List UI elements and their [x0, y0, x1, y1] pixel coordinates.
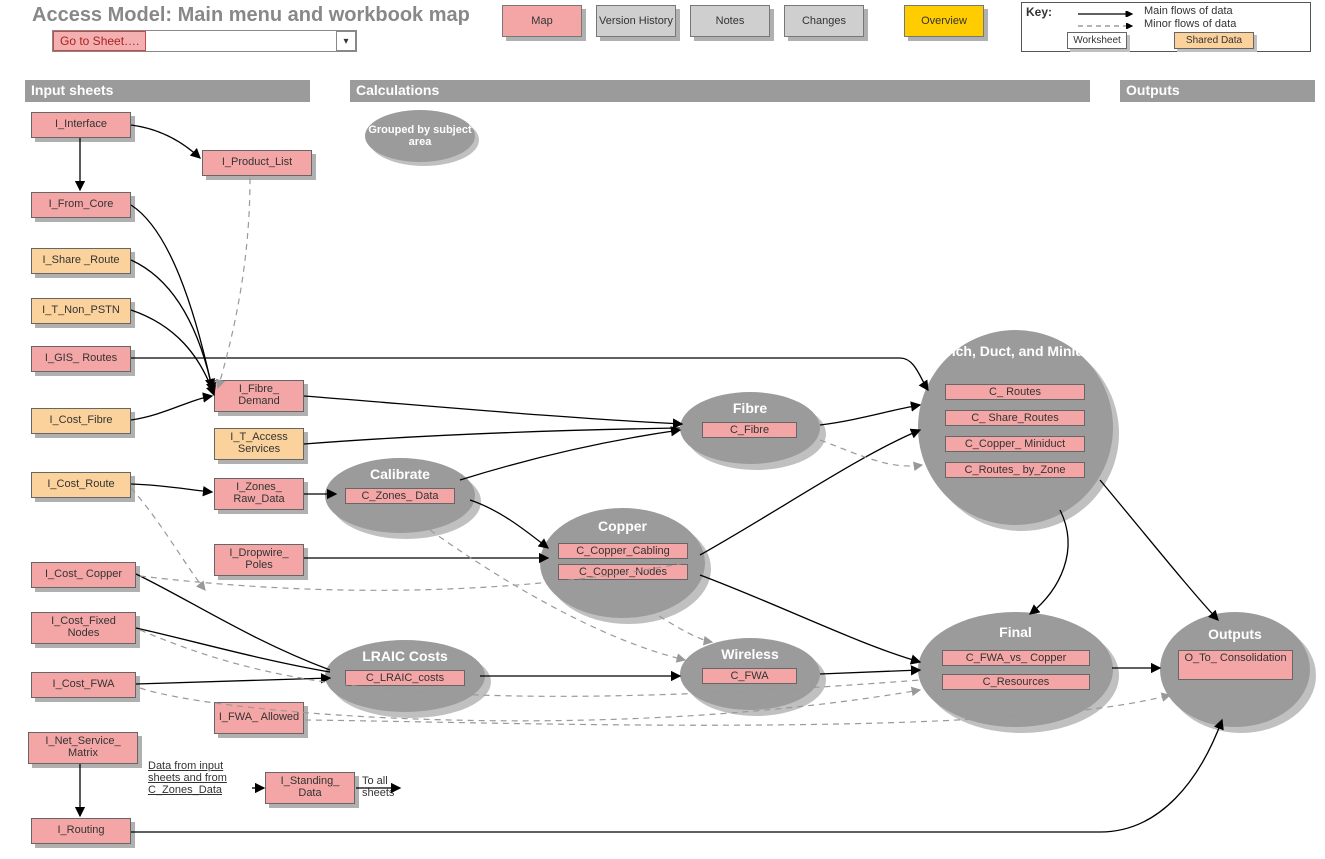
- key-label: Key:: [1026, 5, 1052, 19]
- goto-sheet-button[interactable]: Go to Sheet….: [53, 31, 146, 51]
- overview-button[interactable]: Overview: [904, 5, 984, 37]
- group-final-title: Final: [918, 624, 1113, 640]
- item-c-resources[interactable]: C_Resources: [942, 674, 1090, 690]
- group-fibre-title: Fibre: [680, 400, 820, 416]
- box-i-dropwire-poles[interactable]: I_Dropwire_ Poles: [214, 544, 304, 576]
- group-calibrate-title: Calibrate: [325, 466, 475, 482]
- box-i-fwa-allowed[interactable]: I_FWA_ Allowed: [214, 702, 304, 734]
- item-c-fibre[interactable]: C_Fibre: [702, 422, 797, 438]
- box-i-t-non-pstn[interactable]: I_T_Non_PSTN: [31, 298, 131, 324]
- box-i-share-route[interactable]: I_Share _Route: [31, 248, 131, 274]
- annot-from-inputs: Data from input sheets and from C_Zones_…: [148, 760, 258, 796]
- box-i-routing[interactable]: I_Routing: [31, 818, 131, 844]
- item-c-lraic-costs[interactable]: C_LRAIC_costs: [345, 670, 465, 686]
- item-c-routes-by-zone[interactable]: C_Routes_ by_Zone: [945, 462, 1085, 478]
- changes-button[interactable]: Changes: [784, 5, 864, 37]
- item-o-to-consolidation[interactable]: O_To_ Consolidation: [1178, 650, 1293, 680]
- goto-sheet-selector[interactable]: Go to Sheet…. ▾: [52, 30, 357, 52]
- group-copper-title: Copper: [540, 518, 705, 534]
- item-c-copper-miniduct[interactable]: C_Copper_ Miniduct: [945, 436, 1085, 452]
- box-i-product-list[interactable]: I_Product_List: [202, 150, 312, 176]
- notes-button[interactable]: Notes: [690, 5, 770, 37]
- box-i-cost-fibre[interactable]: I_Cost_Fibre: [31, 408, 131, 434]
- box-i-from-core[interactable]: I_From_Core: [31, 192, 131, 218]
- key-shared-data: Shared Data: [1174, 32, 1254, 49]
- item-c-routes[interactable]: C_ Routes: [945, 384, 1085, 400]
- group-outputs-title: Outputs: [1160, 626, 1310, 642]
- item-c-share-routes[interactable]: C_ Share_Routes: [945, 410, 1085, 426]
- item-c-copper-nodes[interactable]: C_Copper_Nodes: [558, 564, 688, 580]
- flow-lines: [0, 0, 1325, 859]
- item-c-fwa-vs-copper[interactable]: C_FWA_vs_ Copper: [942, 650, 1090, 666]
- page-title: Access Model: Main menu and workbook map: [32, 4, 470, 27]
- section-calcs: Calculations: [350, 80, 1090, 102]
- box-i-cost-copper[interactable]: I_Cost_ Copper: [31, 562, 136, 588]
- item-c-zones-data[interactable]: C_Zones_ Data: [345, 488, 455, 504]
- annot-to-all: To all sheets: [362, 775, 412, 799]
- box-i-interface[interactable]: I_Interface: [31, 112, 131, 138]
- key-worksheet: Worksheet: [1067, 32, 1127, 49]
- dropdown-arrow-icon[interactable]: ▾: [336, 31, 356, 51]
- box-i-cost-route[interactable]: I_Cost_Route: [31, 472, 131, 498]
- box-i-cost-fwa[interactable]: I_Cost_FWA: [31, 672, 136, 698]
- box-i-gis-routes[interactable]: I_GIS_ Routes: [31, 346, 131, 372]
- box-i-fibre-demand[interactable]: I_Fibre_ Demand: [214, 380, 304, 412]
- box-i-t-access-services[interactable]: I_T_Access Services: [214, 428, 304, 460]
- map-button[interactable]: Map: [502, 5, 582, 37]
- item-c-fwa[interactable]: C_FWA: [702, 668, 797, 684]
- item-c-copper-cabling[interactable]: C_Copper_Cabling: [558, 543, 688, 559]
- group-lraic-title: LRAIC Costs: [325, 648, 485, 664]
- box-i-net-service-matrix[interactable]: I_Net_Service_ Matrix: [28, 732, 138, 764]
- key-minor-flows: Minor flows of data: [1144, 18, 1236, 30]
- group-trench-title: Trench, Duct, and Miniduct: [918, 344, 1113, 359]
- grouped-by-subject: Grouped by subject area: [365, 110, 475, 162]
- key-main-flows: Main flows of data: [1144, 5, 1233, 17]
- box-i-zones-raw-data[interactable]: I_Zones_ Raw_Data: [214, 478, 304, 510]
- legend-key: Key: Main flows of data Minor flows of d…: [1021, 2, 1311, 52]
- version-history-button[interactable]: Version History: [596, 5, 676, 37]
- section-outputs: Outputs: [1120, 80, 1315, 102]
- group-wireless-title: Wireless: [680, 646, 820, 662]
- box-i-cost-fixed-nodes[interactable]: I_Cost_Fixed Nodes: [31, 612, 136, 644]
- section-inputs: Input sheets: [25, 80, 310, 102]
- box-i-standing-data[interactable]: I_Standing_ Data: [265, 772, 355, 804]
